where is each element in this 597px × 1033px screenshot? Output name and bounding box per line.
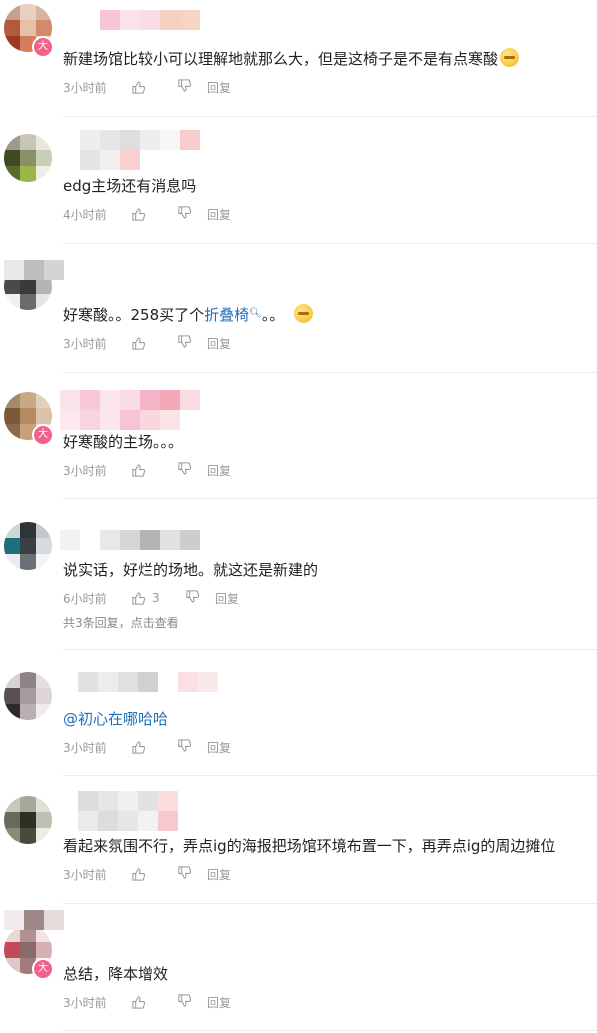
comment-text: 好寒酸。。258买了个折叠椅🔍︎。。	[63, 304, 314, 325]
avatar[interactable]	[4, 522, 52, 570]
thumbs-down-icon	[178, 79, 192, 92]
comment-time: 3小时前	[63, 995, 107, 1010]
dislike-button[interactable]	[185, 589, 215, 607]
dislike-button[interactable]	[177, 205, 207, 223]
avatar[interactable]	[4, 672, 52, 720]
thumbs-down-icon	[178, 206, 192, 219]
dislike-button[interactable]	[177, 461, 207, 479]
face-emoji-icon	[294, 304, 314, 323]
like-button[interactable]	[131, 867, 177, 882]
comment-meta: 3小时前 回复	[63, 78, 231, 96]
comment-time: 3小时前	[63, 463, 107, 478]
reply-button[interactable]: 回复	[207, 206, 231, 223]
reply-button[interactable]: 回复	[207, 866, 231, 883]
thumbs-up-icon	[132, 80, 146, 94]
dislike-button[interactable]	[177, 993, 207, 1011]
thumbs-up-icon	[132, 463, 146, 477]
like-button[interactable]	[131, 995, 177, 1010]
dislike-button[interactable]	[177, 334, 207, 352]
username-badge	[60, 410, 180, 430]
username-badge	[80, 150, 140, 170]
comment-text: @初心在哪哈哈	[63, 709, 168, 729]
username[interactable]	[60, 530, 200, 550]
like-button[interactable]	[131, 740, 177, 755]
like-count: 3	[152, 591, 160, 605]
comment-meta: 3小时前 回复	[63, 461, 231, 479]
dislike-button[interactable]	[177, 738, 207, 756]
comment-time: 3小时前	[63, 336, 107, 351]
comment-time: 3小时前	[63, 80, 107, 95]
divider	[63, 498, 597, 499]
thumbs-up-icon	[132, 207, 146, 221]
reply-button[interactable]: 回复	[207, 335, 231, 352]
comment-text: 总结，降本增效	[63, 965, 169, 983]
divider	[63, 649, 597, 650]
verified-badge-icon: 大	[32, 36, 54, 58]
comment-time: 6小时前	[63, 591, 107, 606]
username[interactable]	[4, 260, 64, 280]
username[interactable]	[60, 130, 200, 150]
username[interactable]	[78, 672, 218, 692]
like-button[interactable]	[131, 80, 177, 95]
comment-time: 4小时前	[63, 207, 107, 222]
divider	[63, 243, 597, 244]
avatar[interactable]	[4, 134, 52, 182]
reply-button[interactable]: 回复	[207, 739, 231, 756]
thumbs-up-icon	[132, 867, 146, 881]
search-icon: 🔍︎	[249, 308, 262, 319]
dislike-button[interactable]	[177, 865, 207, 883]
dislike-button[interactable]	[177, 78, 207, 96]
divider	[63, 775, 597, 776]
comment-meta: 3小时前 回复	[63, 738, 231, 756]
comment-meta: 3小时前 回复	[63, 993, 231, 1011]
like-button[interactable]	[131, 463, 177, 478]
verified-badge-icon: 大	[32, 424, 54, 446]
comment-meta: 4小时前 回复	[63, 205, 231, 223]
divider	[63, 903, 597, 904]
search-link[interactable]: 折叠椅	[204, 306, 249, 324]
thumbs-down-icon	[178, 994, 192, 1007]
thumbs-up-icon	[132, 591, 146, 605]
thumbs-down-icon	[186, 590, 200, 603]
divider	[63, 1030, 597, 1031]
comment-time: 3小时前	[63, 867, 107, 882]
comment-meta: 3小时前 回复	[63, 865, 231, 883]
like-button[interactable]: 3	[131, 591, 185, 606]
reply-button[interactable]: 回复	[207, 79, 231, 96]
thumbs-up-icon	[132, 995, 146, 1009]
username[interactable]	[60, 10, 200, 30]
comment-text: 说实话，好烂的场地。就这还是新建的	[63, 561, 319, 579]
thumbs-down-icon	[178, 739, 192, 752]
divider	[63, 116, 597, 117]
laugh-emoji-icon	[500, 48, 520, 67]
comment-time: 3小时前	[63, 740, 107, 755]
reply-button[interactable]: 回复	[207, 994, 231, 1011]
thumbs-down-icon	[178, 462, 192, 475]
reply-button[interactable]: 回复	[207, 462, 231, 479]
divider	[63, 372, 597, 373]
username[interactable]	[78, 791, 178, 811]
username[interactable]	[60, 390, 200, 410]
comment-meta: 3小时前 回复	[63, 334, 231, 352]
thumbs-down-icon	[178, 335, 192, 348]
comment-meta: 6小时前 3 回复	[63, 589, 239, 607]
view-replies-link[interactable]: 共3条回复，点击查看	[63, 614, 179, 631]
comment-text: 好寒酸的主场。。。	[63, 433, 184, 451]
verified-badge-icon: 大	[32, 958, 54, 980]
avatar[interactable]	[4, 796, 52, 844]
username-badge	[78, 811, 178, 831]
thumbs-down-icon	[178, 866, 192, 879]
like-button[interactable]	[131, 336, 177, 351]
like-button[interactable]	[131, 207, 177, 222]
comment-text: 新建场馆比较小可以理解地就那么大，但是这椅子是不是有点寒酸	[63, 48, 520, 69]
username[interactable]	[4, 910, 64, 930]
mention-link[interactable]: @初心在哪哈哈	[63, 710, 168, 728]
thumbs-up-icon	[132, 336, 146, 350]
reply-button[interactable]: 回复	[215, 590, 239, 607]
comment-text: 看起来氛围不行，弄点ig的海报把场馆环境布置一下，再弄点ig的周边摊位	[63, 837, 556, 855]
comment-text: edg主场还有消息吗	[63, 177, 197, 195]
thumbs-up-icon	[132, 740, 146, 754]
